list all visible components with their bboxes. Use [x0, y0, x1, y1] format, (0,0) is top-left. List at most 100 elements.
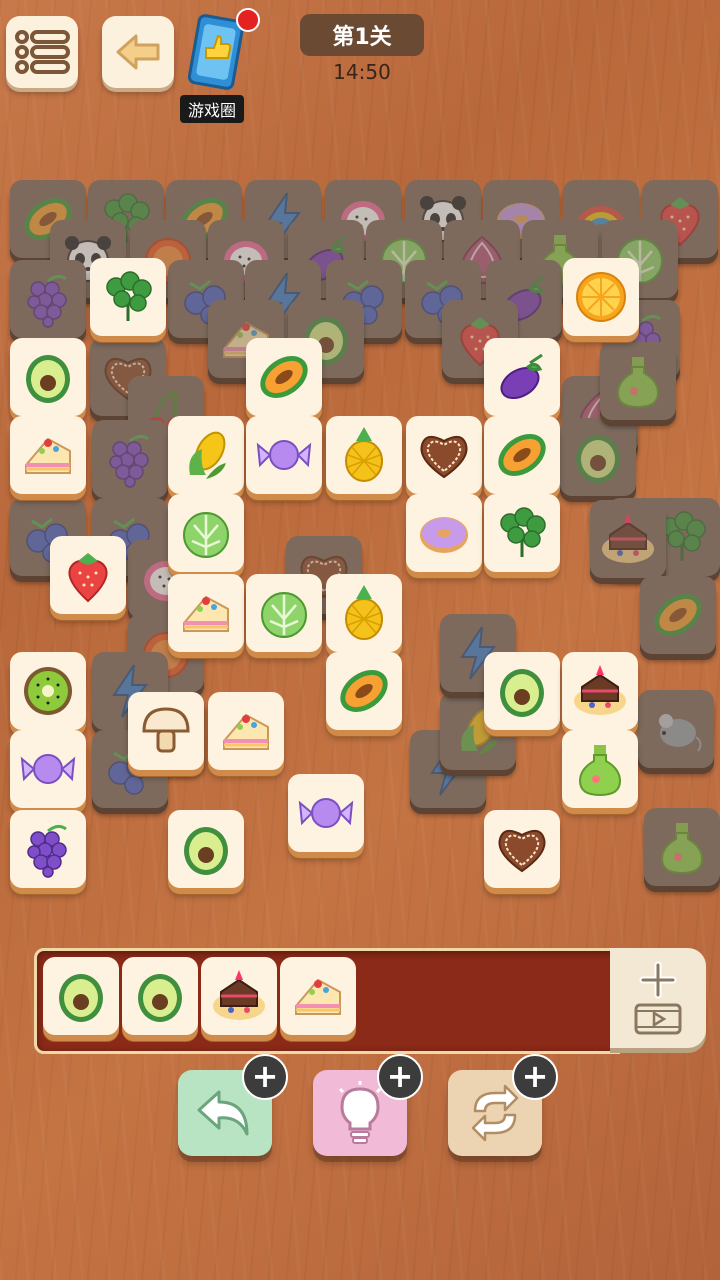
board-tile-grapes [10, 260, 86, 338]
cake-plate-icon [213, 970, 265, 1020]
pineapple-icon [345, 585, 383, 640]
tray-tile-avocado [122, 957, 198, 1035]
grapes-icon [27, 274, 67, 328]
board-tile-eggplant[interactable] [484, 338, 560, 416]
lettuce-icon [183, 512, 229, 558]
parsley-icon [106, 271, 152, 321]
shuffle-button[interactable]: + [448, 1054, 558, 1156]
board-tile-avocado [560, 418, 636, 496]
board-tile-kiwi[interactable] [10, 652, 86, 730]
candy-icon [256, 440, 312, 470]
avocado-icon [576, 435, 620, 483]
add-slot-button[interactable] [610, 948, 706, 1048]
timer: 14:50 [333, 60, 391, 84]
grapes-icon [109, 434, 149, 488]
cake-icon [25, 437, 71, 474]
game-circle-button[interactable] [187, 8, 260, 90]
board-tile-corn[interactable] [168, 416, 244, 494]
tray-tile-avocado [43, 957, 119, 1035]
board-tile-mouse [638, 690, 714, 768]
add-slot-video-icon [634, 961, 682, 1035]
board-tile-potion[interactable] [562, 730, 638, 808]
papaya-icon [498, 434, 546, 476]
mushroom-icon [142, 707, 190, 753]
kiwi-icon [24, 667, 72, 715]
potion-icon [578, 745, 622, 797]
potion-icon [616, 357, 660, 409]
board-tile-parsley[interactable] [90, 258, 166, 336]
tray-tile-cake-plate [201, 957, 277, 1035]
undo-arrow-icon [197, 1090, 249, 1136]
papaya-icon [260, 356, 308, 398]
back-arrow-icon [116, 34, 160, 70]
donut-icon [420, 517, 468, 553]
avocado-icon [500, 669, 544, 717]
shuffle-plus-badge: + [512, 1054, 558, 1100]
grapes-icon [27, 824, 67, 878]
board-tile-pineapple[interactable] [326, 574, 402, 652]
board-tile-grapes [92, 420, 168, 498]
candy-icon [298, 798, 354, 828]
board-tile-parsley[interactable] [484, 494, 560, 572]
cake-icon [183, 595, 229, 632]
hint-button[interactable]: + [313, 1054, 423, 1156]
board-tile-avocado[interactable] [484, 652, 560, 730]
eggplant-icon [500, 353, 543, 400]
cake-plate-icon [574, 665, 626, 715]
cake-icon [295, 978, 341, 1015]
list-menu-icon [15, 30, 70, 74]
board-tile-grapes[interactable] [10, 810, 86, 888]
board-tile-potion [600, 342, 676, 420]
board-tile-papaya[interactable] [484, 416, 560, 494]
lettuce-icon [261, 592, 307, 638]
board-tile-orange-slice[interactable] [563, 258, 639, 336]
back-button[interactable] [102, 16, 174, 88]
orange-slice-icon [576, 272, 626, 322]
tray-tile-cake [280, 957, 356, 1035]
heart-cookie-icon [498, 829, 546, 873]
board-tile-cake-plate [590, 500, 666, 578]
board-tile-avocado[interactable] [168, 810, 244, 888]
board-tile-cake[interactable] [10, 416, 86, 494]
tile-tray [34, 948, 620, 1054]
board-tile-donut[interactable] [406, 494, 482, 572]
undo-plus-badge: + [242, 1054, 288, 1100]
potion-icon [660, 823, 704, 875]
level-title: 第1关 [300, 14, 424, 56]
avocado-icon [26, 355, 70, 403]
avocado-icon [59, 974, 103, 1022]
board-tile-candy[interactable] [10, 730, 86, 808]
hint-plus-badge: + [377, 1054, 423, 1100]
board-tile-lettuce[interactable] [246, 574, 322, 652]
board-tile-candy[interactable] [246, 416, 322, 494]
board-tile-cake[interactable] [208, 692, 284, 770]
board-tile-lettuce[interactable] [168, 494, 244, 572]
avocado-icon [184, 827, 228, 875]
board-tile-pineapple[interactable] [326, 416, 402, 494]
undo-button[interactable]: + [178, 1054, 288, 1156]
candy-icon [20, 754, 76, 784]
mouse-icon [659, 714, 702, 752]
board-tile-heart-cookie[interactable] [484, 810, 560, 888]
board-tile-papaya[interactable] [246, 338, 322, 416]
parsley-icon [500, 507, 546, 557]
corn-icon [189, 431, 226, 479]
board-tile-mushroom[interactable] [128, 692, 204, 770]
board-tile-cake-plate[interactable] [562, 652, 638, 730]
strawberry-icon [68, 553, 108, 603]
board-tile-heart-cookie[interactable] [406, 416, 482, 494]
board-tile-avocado[interactable] [10, 338, 86, 416]
board-tile-candy[interactable] [288, 774, 364, 852]
board-tile-papaya [640, 576, 716, 654]
papaya-icon [654, 594, 702, 636]
notification-dot [236, 8, 260, 32]
board-tile-papaya[interactable] [326, 652, 402, 730]
cake-plate-icon [602, 513, 654, 563]
pineapple-icon [345, 427, 383, 482]
menu-button[interactable] [6, 16, 78, 88]
lightbulb-icon [338, 1081, 382, 1144]
board-tile-cake[interactable] [168, 574, 244, 652]
shuffle-icon [471, 1084, 519, 1142]
board-tile-potion [644, 808, 720, 886]
board-tile-strawberry[interactable] [50, 536, 126, 614]
